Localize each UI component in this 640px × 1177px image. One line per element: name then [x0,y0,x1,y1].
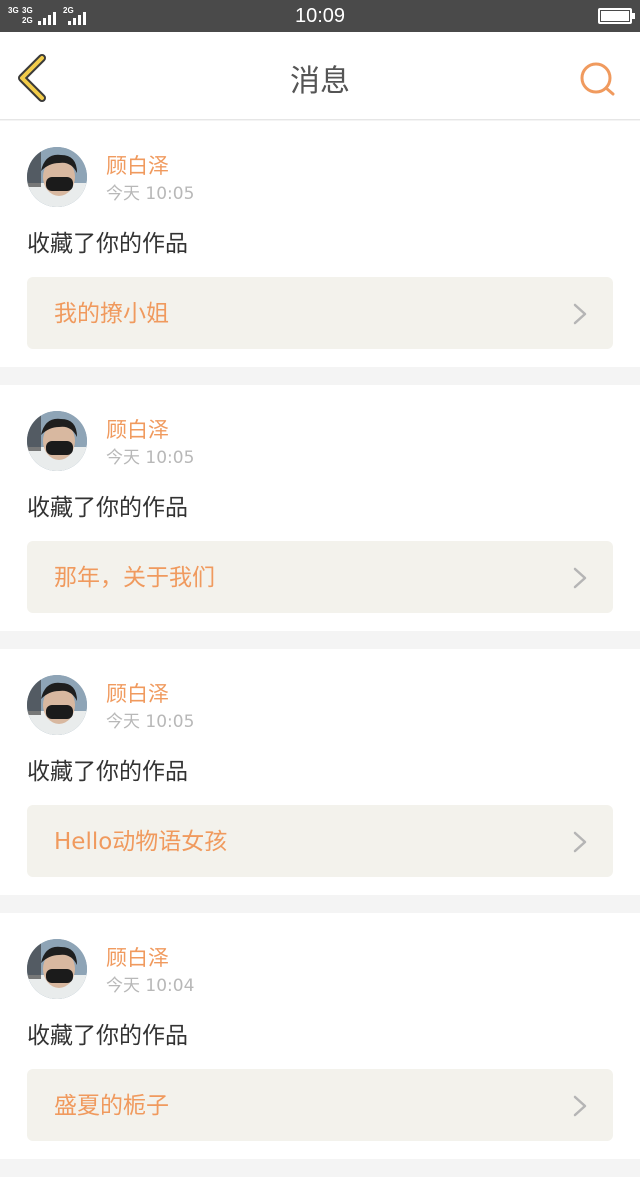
timestamp: 今天 10:05 [106,448,195,468]
status-bar: 3G 3G 2G 2G 10:09 [0,0,640,32]
timestamp: 今天 10:05 [106,184,195,204]
action-text: 收藏了你的作品 [27,231,188,257]
clock: 10:09 [294,5,346,27]
search-icon [580,62,615,96]
work-title: 盛夏的栀子 [54,1093,169,1119]
timestamp: 今天 10:04 [106,976,195,996]
message-item: 顾白泽 今天 10:05 收藏了你的作品 我的撩小姐 [0,121,640,367]
avatar[interactable] [27,411,87,471]
chevron-right-icon [573,831,587,853]
username[interactable]: 顾白泽 [106,945,169,971]
avatar[interactable] [27,939,87,999]
message-item: 顾白泽 今天 10:04 收藏了你的作品 盛夏的栀子 [0,913,640,1159]
work-link[interactable]: 那年，关于我们 [27,541,613,613]
chevron-right-icon [573,567,587,589]
username[interactable]: 顾白泽 [106,681,169,707]
search-button[interactable] [578,60,618,100]
avatar[interactable] [27,675,87,735]
avatar[interactable] [27,147,87,207]
timestamp: 今天 10:05 [106,712,195,732]
nav-bar: 消息 [0,32,640,120]
chevron-right-icon [573,303,587,325]
action-text: 收藏了你的作品 [27,759,188,785]
action-text: 收藏了你的作品 [27,495,188,521]
message-item: 顾白泽 今天 10:05 收藏了你的作品 Hello动物语女孩 [0,649,640,895]
action-text: 收藏了你的作品 [27,1023,188,1049]
username[interactable]: 顾白泽 [106,417,169,443]
work-title: 那年，关于我们 [54,565,215,591]
username[interactable]: 顾白泽 [106,153,169,179]
message-list: 顾白泽 今天 10:05 收藏了你的作品 我的撩小姐 顾白泽 今天 10:05 … [0,121,640,1177]
chevron-right-icon [573,1095,587,1117]
work-title: Hello动物语女孩 [54,829,228,855]
work-link[interactable]: 我的撩小姐 [27,277,613,349]
page-title: 消息 [290,64,350,99]
work-title: 我的撩小姐 [54,301,169,327]
message-item: 顾白泽 今天 10:05 收藏了你的作品 那年，关于我们 [0,385,640,631]
battery-icon [598,8,635,24]
work-link[interactable]: 盛夏的栀子 [27,1069,613,1141]
work-link[interactable]: Hello动物语女孩 [27,805,613,877]
